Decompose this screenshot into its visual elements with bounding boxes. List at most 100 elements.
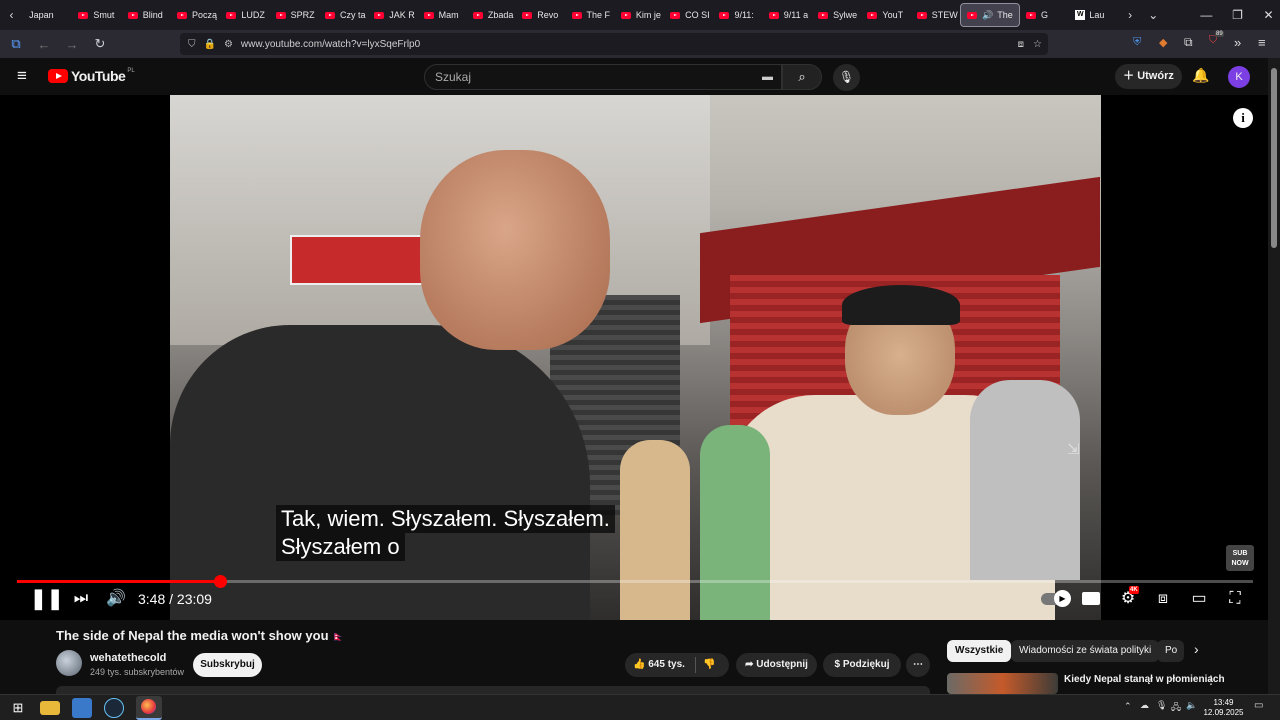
extension-fox-icon[interactable]: ◆ [1159, 36, 1167, 49]
description-box[interactable] [56, 686, 930, 694]
window-restore-icon[interactable]: ❐ [1226, 8, 1249, 22]
scrubber-handle[interactable] [213, 575, 227, 588]
search-input[interactable]: Szukaj ▬ [424, 64, 782, 90]
windows-start-icon[interactable]: ⊞ [8, 698, 28, 718]
extension-shield-icon[interactable]: ⛨ [1133, 36, 1141, 49]
browser-tab[interactable]: 9/11: [713, 0, 762, 30]
subscribe-watermark[interactable]: SUB NOW [1226, 545, 1254, 571]
chip-more[interactable]: Po [1157, 640, 1184, 662]
url-text[interactable]: www.youtube.com/watch?v=lyxSqeFrlp0 [241, 39, 420, 50]
sidebar-toggle-icon[interactable]: ⧉ [4, 36, 28, 52]
share-button[interactable]: ➦ Udostępnij [736, 653, 817, 677]
expand-overlay-icon[interactable]: ⇲ [1067, 440, 1080, 458]
forward-icon[interactable]: → [60, 37, 84, 52]
browser-tab[interactable]: Mam [418, 0, 467, 30]
steam-icon[interactable] [104, 698, 124, 718]
browser-tab[interactable]: Zbada [467, 0, 516, 30]
dislike-button[interactable]: 👎 [703, 653, 715, 677]
voice-search-button[interactable]: 🎙 [833, 64, 860, 91]
info-card-icon[interactable]: i [1233, 108, 1253, 128]
tab-list-chevron-icon[interactable]: ⌄ [1142, 8, 1165, 22]
recommended-thumbnail[interactable] [947, 673, 1058, 694]
miniplayer-button[interactable]: ⧈ [1152, 588, 1174, 610]
browser-tab[interactable]: Czy ta [319, 0, 368, 30]
notifications-bell-icon[interactable]: 🔔 [1192, 67, 1209, 84]
tray-network-icon[interactable]: 🖧 [1171, 700, 1181, 716]
browser-tab[interactable]: STEW [911, 0, 960, 30]
file-explorer-icon[interactable] [40, 701, 60, 715]
browser-tab[interactable]: Kim je [615, 0, 664, 30]
theater-mode-button[interactable]: ▭ [1188, 588, 1210, 610]
address-bar[interactable]: ⛉ 🔒 ⚙ www.youtube.com/watch?v=lyxSqeFrlp… [180, 33, 1048, 55]
firefox-taskbar-button[interactable] [136, 696, 162, 720]
chips-next-chevron-icon[interactable]: › [1194, 641, 1199, 657]
more-actions-button[interactable]: ⋯ [906, 653, 930, 677]
browser-tab[interactable]: LUDZ [220, 0, 269, 30]
window-minimize-icon[interactable]: — [1195, 8, 1218, 22]
permissions-icon[interactable]: ⚙ [224, 39, 233, 50]
keyboard-icon[interactable]: ▬ [762, 65, 773, 89]
thanks-button[interactable]: $ Podziękuj [823, 653, 901, 677]
picture-in-picture-icon[interactable]: ⧈ [1018, 39, 1024, 50]
avatar[interactable]: K [1228, 66, 1250, 88]
browser-tab[interactable]: CO SI [664, 0, 713, 30]
tab-scroll-left-icon[interactable]: ‹ [0, 8, 23, 22]
channel-avatar[interactable] [56, 650, 82, 676]
tab-label: LUDZ [241, 10, 265, 20]
lock-icon[interactable]: 🔒 [204, 39, 216, 50]
reload-icon[interactable]: ↻ [88, 36, 112, 52]
browser-tab[interactable]: Smut [72, 0, 121, 30]
settings-button[interactable]: ⚙ 4K [1117, 586, 1139, 610]
browser-tab[interactable]: Sylwe [812, 0, 861, 30]
browser-tab-active[interactable]: 🔊 The ✕ [960, 3, 1020, 27]
browser-tab[interactable]: JAK R [368, 0, 417, 30]
browser-tab[interactable]: Począ [171, 0, 220, 30]
overflow-chevrons-icon[interactable]: » [1234, 35, 1241, 50]
chip-world-politics-news[interactable]: Wiadomości ze świata polityki [1011, 640, 1160, 662]
browser-tab[interactable]: G [1020, 0, 1069, 30]
window-close-icon[interactable]: ✕ [1257, 8, 1280, 22]
onedrive-cloud-icon[interactable]: ☁ [1140, 700, 1149, 711]
pause-button[interactable]: ❚❚ [30, 588, 64, 610]
browser-tab[interactable]: Japan [23, 0, 72, 30]
tab-scroll-right-icon[interactable]: › [1119, 8, 1142, 22]
extensions-puzzle-icon[interactable]: ⧉ [1184, 35, 1193, 50]
app-menu-icon[interactable]: ≡ [1258, 35, 1266, 50]
notification-center-icon[interactable]: ▭ [1254, 700, 1263, 711]
control-panel-icon[interactable] [72, 698, 92, 718]
browser-tab[interactable]: The F [566, 0, 615, 30]
bookmark-star-icon[interactable]: ☆ [1033, 39, 1042, 50]
tray-mic-icon[interactable]: 🎙 [1156, 700, 1167, 711]
tray-overflow-chevron-icon[interactable]: ⌃ [1124, 701, 1132, 712]
scrollbar-thumb[interactable] [1271, 68, 1277, 248]
guide-menu-icon[interactable]: ≡ [17, 66, 27, 86]
fullscreen-button[interactable]: ⛶ [1224, 588, 1246, 610]
browser-tab[interactable]: Revo [516, 0, 565, 30]
browser-tab[interactable]: YouT [861, 0, 910, 30]
video-player[interactable]: Tak, wiem. Słyszałem. Słyszałem. Słyszał… [0, 95, 1268, 620]
chip-all[interactable]: Wszystkie [947, 640, 1012, 662]
search-button[interactable]: ⌕ [782, 64, 822, 90]
recommended-title[interactable]: Kiedy Nepal stanął w płomieniach [1064, 674, 1225, 685]
browser-tab[interactable]: W Lau [1069, 0, 1118, 30]
speaker-icon[interactable]: 🔊 [982, 10, 993, 21]
browser-tab[interactable]: SPRZ [270, 0, 319, 30]
progress-bar[interactable] [17, 575, 1253, 588]
youtube-logo[interactable]: YouTube PL [48, 68, 135, 84]
next-button[interactable]: ⏭ [70, 588, 92, 610]
tracking-shield-icon[interactable]: ⛉ [188, 39, 196, 50]
subscribe-button[interactable]: Subskrybuj [193, 653, 262, 677]
system-clock[interactable]: 13:49 12.09.2025 [1196, 698, 1251, 718]
like-button[interactable]: 👍 645 tys. [633, 659, 685, 670]
volume-button[interactable]: 🔊 [105, 588, 127, 610]
channel-name[interactable]: wehatethecold [90, 652, 166, 664]
back-icon[interactable]: ← [32, 37, 56, 52]
subtitles-button[interactable] [1080, 588, 1102, 610]
video-frame[interactable]: Tak, wiem. Słyszałem. Słyszałem. Słyszał… [170, 95, 1101, 620]
browser-tab[interactable]: Blind [122, 0, 171, 30]
create-button[interactable]: ＋ Utwórz [1115, 64, 1182, 89]
autoplay-toggle[interactable]: ▶ [1040, 588, 1071, 610]
page-scrollbar[interactable] [1268, 58, 1280, 694]
recommended-more-icon[interactable]: ⋮ [1205, 673, 1217, 687]
browser-tab[interactable]: 9/11 a [763, 0, 812, 30]
